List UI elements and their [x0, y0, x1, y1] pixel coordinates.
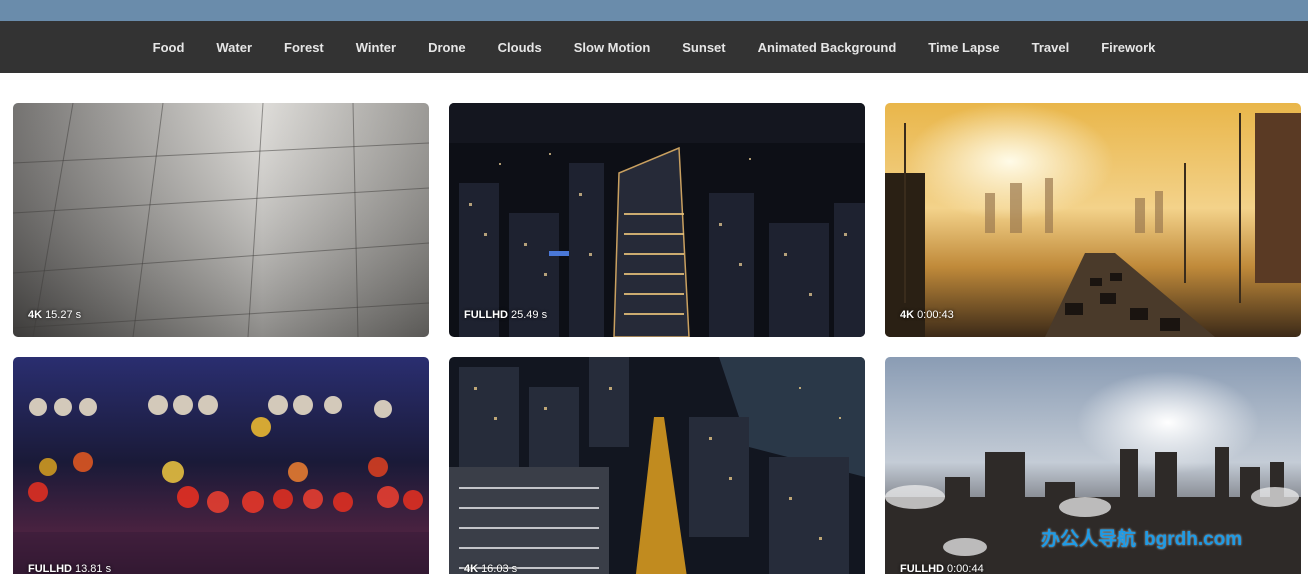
top-color-band [0, 0, 1308, 21]
site-watermark: 办公人导航 bgrdh.com [1041, 524, 1242, 551]
video-meta: 4K 16.03 s [464, 563, 517, 574]
video-card[interactable]: 4K 16.03 s [449, 357, 865, 574]
video-meta: 4K 0:00:43 [900, 309, 954, 321]
nav-item-forest[interactable]: Forest [268, 40, 340, 55]
video-meta: FULLHD 13.81 s [28, 563, 111, 574]
video-quality: FULLHD [464, 309, 508, 321]
nav-item-drone[interactable]: Drone [412, 40, 482, 55]
video-meta: FULLHD 25.49 s [464, 309, 547, 321]
video-thumbnail-rain-pavement [13, 103, 429, 337]
video-duration: 13.81 s [75, 563, 112, 574]
nav-item-animated-background[interactable]: Animated Background [742, 40, 913, 55]
video-thumbnail-night-city [449, 103, 865, 337]
category-navbar: Food Water Forest Winter Drone Clouds Sl… [0, 21, 1308, 73]
nav-item-travel[interactable]: Travel [1016, 40, 1086, 55]
video-quality: FULLHD [28, 563, 72, 574]
video-card[interactable]: 4K 0:00:43 [885, 103, 1301, 337]
nav-item-firework[interactable]: Firework [1085, 40, 1171, 55]
nav-item-water[interactable]: Water [200, 40, 268, 55]
video-card[interactable]: FULLHD 25.49 s [449, 103, 865, 337]
video-quality: 4K [28, 309, 43, 321]
video-meta: FULLHD 0:00:44 [900, 563, 984, 574]
video-duration: 15.27 s [45, 309, 82, 321]
watermark-cn: 办公人导航 [1041, 529, 1137, 550]
nav-item-food[interactable]: Food [137, 40, 201, 55]
video-quality: FULLHD [900, 563, 944, 574]
nav-item-winter[interactable]: Winter [340, 40, 412, 55]
video-card[interactable]: FULLHD 13.81 s [13, 357, 429, 574]
video-thumbnail-bokeh-lights [13, 357, 429, 574]
nav-item-sunset[interactable]: Sunset [666, 40, 741, 55]
video-duration: 16.03 s [481, 563, 518, 574]
video-duration: 0:00:43 [917, 309, 954, 321]
nav-item-time-lapse[interactable]: Time Lapse [912, 40, 1015, 55]
watermark-site: bgrdh.com [1144, 529, 1243, 550]
nav-item-slow-motion[interactable]: Slow Motion [558, 40, 667, 55]
video-thumbnail-sunset-highway [885, 103, 1301, 337]
video-quality: 4K [464, 563, 479, 574]
video-meta: 4K 15.27 s [28, 309, 81, 321]
nav-item-clouds[interactable]: Clouds [482, 40, 558, 55]
video-duration: 0:00:44 [947, 563, 984, 574]
video-card[interactable]: 4K 15.27 s [13, 103, 429, 337]
video-duration: 25.49 s [511, 309, 548, 321]
video-quality: 4K [900, 309, 915, 321]
video-thumbnail-night-harbor [449, 357, 865, 574]
